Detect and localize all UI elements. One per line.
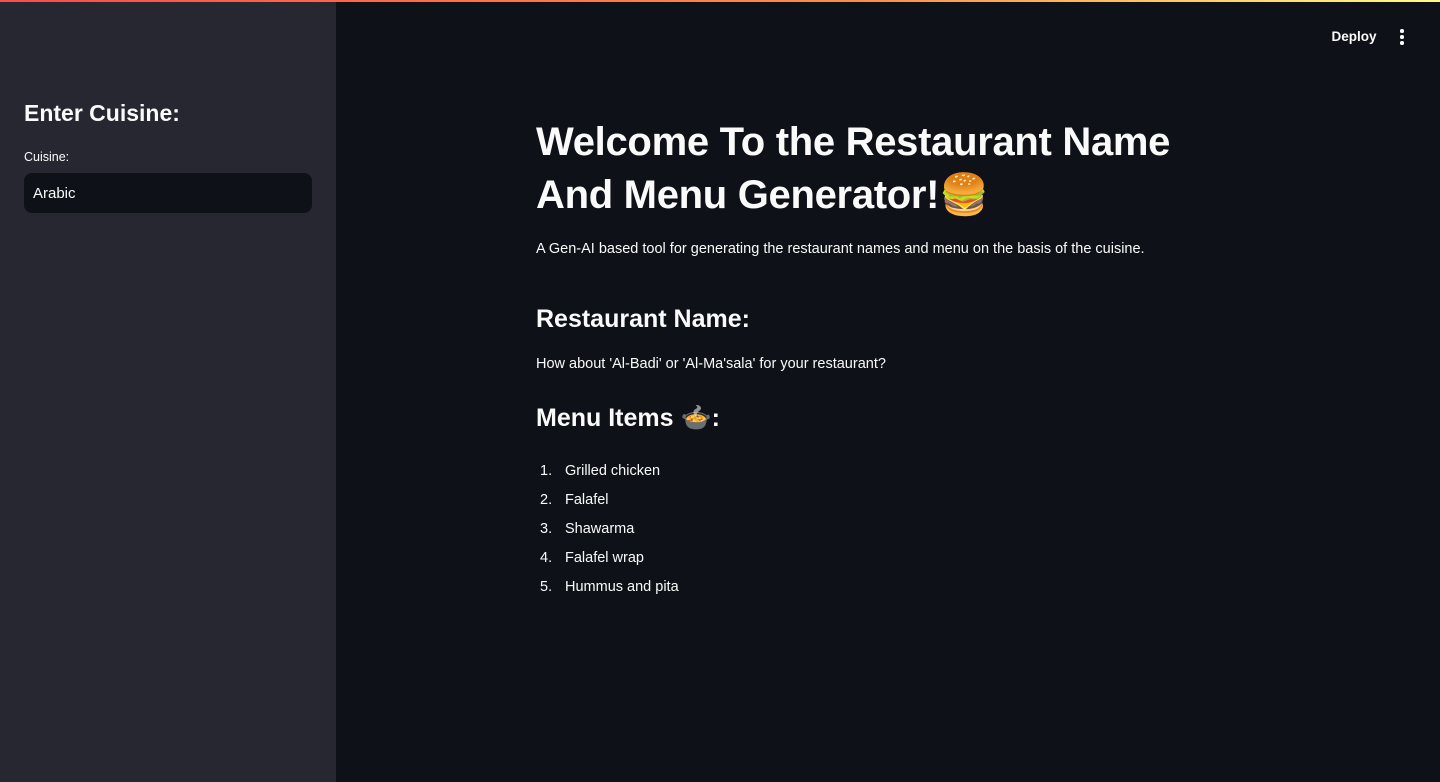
list-item-number: 5. [540,578,553,595]
list-item-text: Falafel [565,492,609,509]
list-item-text: Shawarma [565,520,635,537]
cuisine-input[interactable] [24,173,312,213]
top-decoration-bar [0,0,1440,2]
page-title-line1: Welcome To the Restaurant Name [536,120,1171,164]
menu-heading-colon: : [711,404,720,432]
list-item-number: 3. [540,520,553,537]
list-item: 1. Grilled chicken [536,457,1236,486]
list-item-text: Falafel wrap [565,549,644,566]
restaurant-name-text: How about 'Al-Badi' or 'Al-Ma'sala' for … [536,356,886,372]
deploy-button[interactable]: Deploy [1321,24,1387,50]
list-item: 3. Shawarma [536,515,1236,544]
menu-heading-label: Menu Items [536,404,681,432]
list-item: 2. Falafel [536,486,1236,515]
list-item: 5. Hummus and pita [536,572,1236,601]
kebab-menu-icon[interactable] [1390,24,1414,50]
page-title-line2: And Menu Generator! [536,173,940,217]
menu-list: 1. Grilled chicken 2. Falafel 3. Shawarma 4… [536,457,1236,601]
subtitle: A Gen-AI based tool for generating the r… [536,241,1145,257]
cuisine-input-label: Cuisine: [24,150,70,164]
sidebar-heading: Enter Cuisine: [24,100,180,126]
list-item-number: 2. [540,492,553,509]
restaurant-name-heading: Restaurant Name: [536,305,750,333]
list-item-number: 4. [540,549,553,566]
page-title: Welcome To the Restaurant Name And Menu … [536,116,1236,222]
list-item-number: 1. [540,463,553,480]
stew-emoji-icon: 🍲 [680,403,712,432]
list-item-text: Grilled chicken [565,463,661,480]
list-item: 4. Falafel wrap [536,543,1236,572]
menu-items-heading: Menu Items 🍲: [536,403,1236,433]
sidebar: Enter Cuisine: Cuisine: [0,0,336,782]
burger-emoji-icon: 🍔 [939,172,989,218]
list-item-text: Hummus and pita [565,578,679,595]
